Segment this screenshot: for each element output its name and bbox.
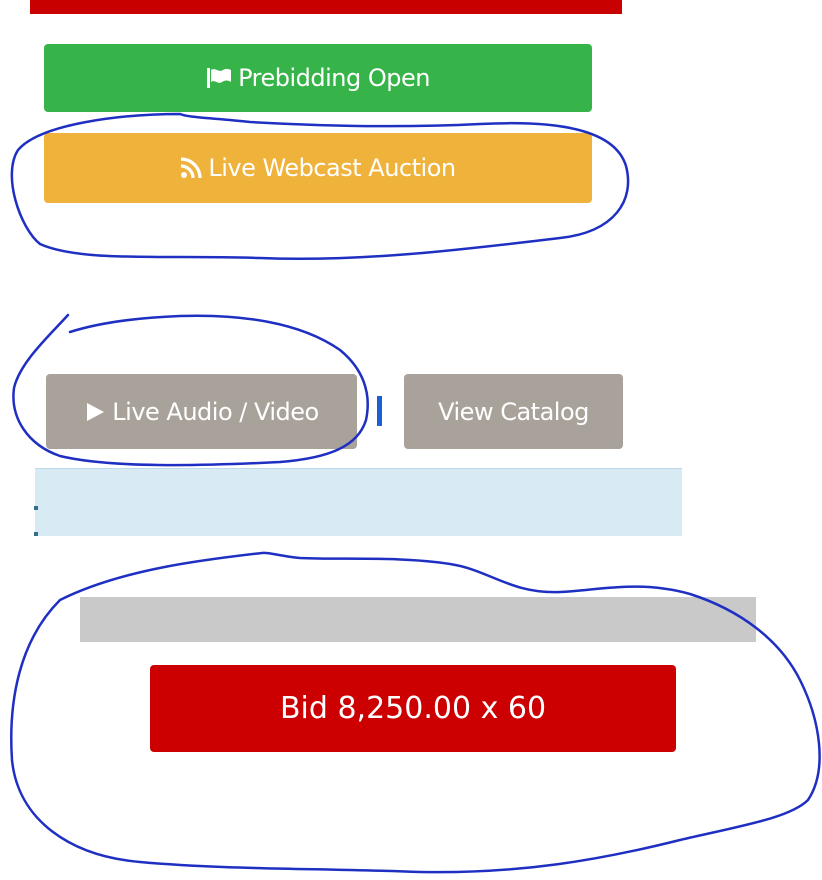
rss-icon (180, 157, 202, 179)
focus-marker (377, 396, 382, 426)
top-accent-bar (30, 0, 622, 14)
view-catalog-label: View Catalog (438, 397, 589, 426)
info-panel-colon (34, 506, 40, 536)
play-icon (84, 401, 106, 423)
bid-button-label: Bid 8,250.00 x 60 (279, 691, 547, 726)
live-audio-video-button[interactable]: Live Audio / Video (46, 374, 357, 449)
info-panel (35, 468, 682, 536)
view-catalog-button[interactable]: View Catalog (404, 374, 623, 449)
prebidding-open-label: Prebidding Open (238, 64, 430, 92)
live-webcast-auction-label: Live Webcast Auction (208, 154, 456, 182)
flag-icon (206, 67, 232, 89)
live-audio-video-label: Live Audio / Video (112, 397, 319, 426)
bid-button[interactable]: Bid 8,250.00 x 60 (150, 665, 676, 752)
prebidding-open-button[interactable]: Prebidding Open (44, 44, 592, 112)
bid-status-strip (80, 597, 756, 642)
live-webcast-auction-button[interactable]: Live Webcast Auction (44, 133, 592, 203)
